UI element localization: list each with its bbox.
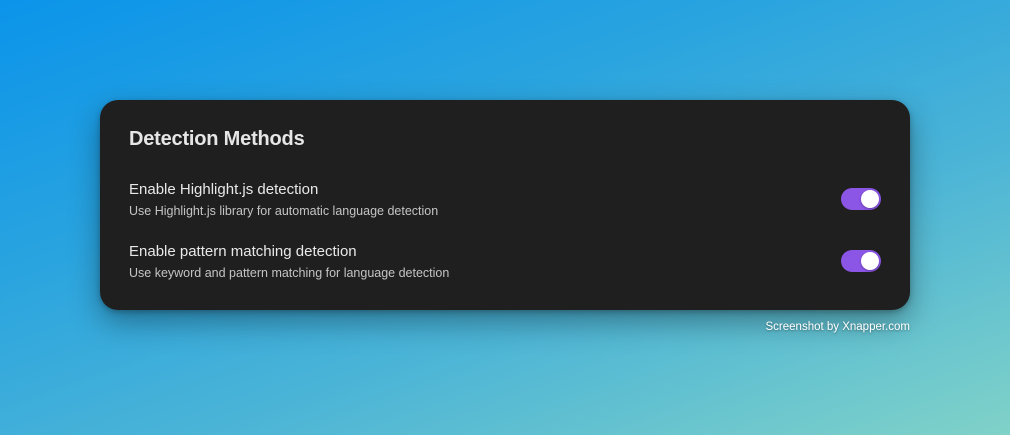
highlightjs-detection-toggle[interactable]	[841, 188, 881, 210]
setting-row-pattern-matching: Enable pattern matching detection Use ke…	[129, 243, 881, 287]
setting-row-highlightjs: Enable Highlight.js detection Use Highli…	[129, 181, 881, 225]
setting-label: Enable pattern matching detection	[129, 243, 357, 260]
watermark-text: Screenshot by Xnapper.com	[765, 321, 910, 333]
section-title: Detection Methods	[129, 128, 305, 150]
pattern-matching-detection-toggle[interactable]	[841, 250, 881, 272]
setting-description: Use Highlight.js library for automatic l…	[129, 204, 439, 218]
setting-text: Enable Highlight.js detection Use Highli…	[129, 181, 438, 219]
setting-text: Enable pattern matching detection Use ke…	[129, 243, 449, 281]
setting-description: Use keyword and pattern matching for lan…	[129, 266, 450, 280]
toggle-knob	[861, 252, 879, 270]
setting-label: Enable Highlight.js detection	[129, 181, 319, 198]
settings-card: Detection Methods Enable Highlight.js de…	[100, 100, 910, 310]
toggle-knob	[861, 190, 879, 208]
